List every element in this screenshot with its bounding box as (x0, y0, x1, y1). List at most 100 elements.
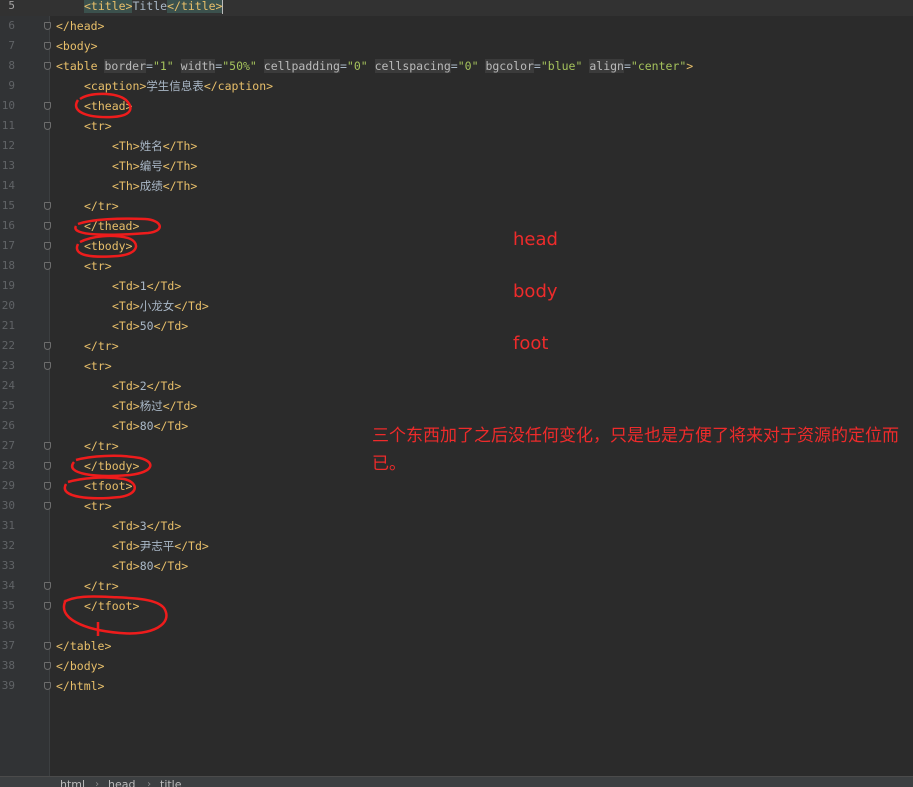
code-text: </tr> (84, 576, 119, 596)
fold-marker-icon[interactable] (44, 42, 51, 50)
code-line[interactable]: 14 <Th>成绩</Th> (0, 176, 913, 196)
line-number: 38 (1, 659, 15, 672)
code-line[interactable]: 35 </tfoot> (0, 596, 913, 616)
fold-marker-icon[interactable] (44, 642, 51, 650)
code-text: <tfoot> (84, 476, 132, 496)
code-line[interactable]: 23 <tr> (0, 356, 913, 376)
fold-marker-icon[interactable] (44, 342, 51, 350)
code-text: <tr> (84, 496, 112, 516)
code-text: <tbody> (84, 236, 132, 256)
code-line[interactable]: 32 <Td>尹志平</Td> (0, 536, 913, 556)
code-token-tag: <Td> (112, 399, 140, 413)
code-token-tag: </Td> (153, 319, 189, 333)
code-line[interactable]: 36 (0, 616, 913, 636)
code-token-tag: <Td> (112, 299, 140, 313)
code-line[interactable]: 19 <Td>1</Td> (0, 276, 913, 296)
code-text: <Td>杨过</Td> (112, 396, 197, 416)
code-line[interactable]: 6 </head> (0, 16, 913, 36)
code-text: </tbody> (84, 456, 139, 476)
line-number: 27 (1, 439, 15, 452)
code-text: <Td>50</Td> (112, 316, 188, 336)
fold-marker-icon[interactable] (44, 662, 51, 670)
code-line[interactable]: 34 </tr> (0, 576, 913, 596)
code-line[interactable]: 38 </body> (0, 656, 913, 676)
code-line[interactable]: 10 <thead> (0, 96, 913, 116)
code-token-tag: </Th> (162, 159, 198, 173)
code-token-txt: 80 (139, 559, 154, 573)
code-token-tag: <caption> (84, 79, 147, 93)
fold-marker-icon[interactable] (44, 582, 51, 590)
code-token-tag: <thead> (84, 99, 133, 113)
code-line[interactable]: 18 <tr> (0, 256, 913, 276)
code-token-eq: = (533, 59, 541, 73)
fold-marker-icon[interactable] (44, 602, 51, 610)
code-line[interactable]: 39 </html> (0, 676, 913, 696)
code-token-tag: <tr> (84, 259, 112, 273)
code-line[interactable]: 11 <tr> (0, 116, 913, 136)
line-number: 29 (1, 479, 15, 492)
code-token-eq: = (146, 59, 153, 73)
code-line[interactable]: 24 <Td>2</Td> (0, 376, 913, 396)
code-token-tag: <Td> (112, 559, 140, 573)
line-number: 35 (1, 599, 15, 612)
code-editor[interactable]: 5 <title>Title</title> 6 </head> 7 <body> 8 <ta… (0, 0, 913, 776)
code-line[interactable]: 29 <tfoot> (0, 476, 913, 496)
code-line[interactable]: 30 <tr> (0, 496, 913, 516)
fold-marker-icon[interactable] (44, 62, 51, 70)
line-number: 18 (1, 259, 15, 272)
code-line[interactable]: 25 <Td>杨过</Td> (0, 396, 913, 416)
code-line[interactable]: 33 <Td>80</Td> (0, 556, 913, 576)
fold-marker-icon[interactable] (44, 122, 51, 130)
fold-marker-icon[interactable] (44, 462, 51, 470)
code-token-attr: cellspacing (374, 59, 451, 73)
code-token-eq: = (450, 59, 458, 73)
code-token-tag: </head> (56, 19, 105, 33)
code-line[interactable]: 13 <Th>编号</Th> (0, 156, 913, 176)
fold-marker-icon[interactable] (44, 362, 51, 370)
code-token-tag: <Th> (112, 139, 140, 153)
fold-marker-icon[interactable] (44, 242, 51, 250)
fold-marker-icon[interactable] (44, 222, 51, 230)
code-token-tag: </Td> (153, 559, 189, 573)
fold-marker-icon[interactable] (44, 442, 51, 450)
annotation-foot: foot (513, 333, 549, 354)
code-text: </thead> (84, 216, 139, 236)
code-line[interactable]: 9 <caption>学生信息表</caption> (0, 76, 913, 96)
code-token-tag: <tr> (84, 359, 112, 373)
code-line[interactable]: 12 <Th>姓名</Th> (0, 136, 913, 156)
code-token-txt: 尹志平 (139, 539, 175, 553)
fold-marker-icon[interactable] (44, 502, 51, 510)
code-text: <thead> (84, 96, 132, 116)
code-line[interactable]: 22 </tr> (0, 336, 913, 356)
fold-marker-icon[interactable] (44, 482, 51, 490)
fold-marker-icon[interactable] (44, 102, 51, 110)
code-line[interactable]: 17 <tbody> (0, 236, 913, 256)
code-token-val: "blue" (540, 59, 583, 73)
code-token-tag: </tbody> (84, 459, 140, 473)
code-token-tag: <tbody> (84, 239, 133, 253)
fold-marker-icon[interactable] (44, 202, 51, 210)
code-text: </tr> (84, 436, 119, 456)
code-line[interactable]: 21 <Td>50</Td> (0, 316, 913, 336)
code-line[interactable]: 20 <Td>小龙女</Td> (0, 296, 913, 316)
code-line[interactable]: 8 <table border="1" width="50%" cellpaddi… (0, 56, 913, 76)
code-token-val: "0" (457, 59, 479, 73)
code-line[interactable]: 37 </table> (0, 636, 913, 656)
line-number: 21 (1, 319, 15, 332)
code-token-attr: border (104, 59, 147, 73)
code-line[interactable]: 16 </thead> (0, 216, 913, 236)
code-token-tag: <Th> (112, 179, 140, 193)
code-token-tag: </tr> (84, 439, 119, 453)
code-token-tag: <Td> (112, 419, 140, 433)
code-line[interactable]: 7 <body> (0, 36, 913, 56)
fold-marker-icon[interactable] (44, 22, 51, 30)
code-line[interactable]: 31 <Td>3</Td> (0, 516, 913, 536)
code-text: <title>Title</title> (84, 0, 224, 16)
code-line[interactable]: 5 <title>Title</title> (0, 0, 913, 16)
code-token-tag: </Td> (146, 519, 182, 533)
code-line[interactable]: 15 </tr> (0, 196, 913, 216)
fold-marker-icon[interactable] (44, 262, 51, 270)
fold-marker-icon[interactable] (44, 682, 51, 690)
code-text: <tr> (84, 356, 112, 376)
